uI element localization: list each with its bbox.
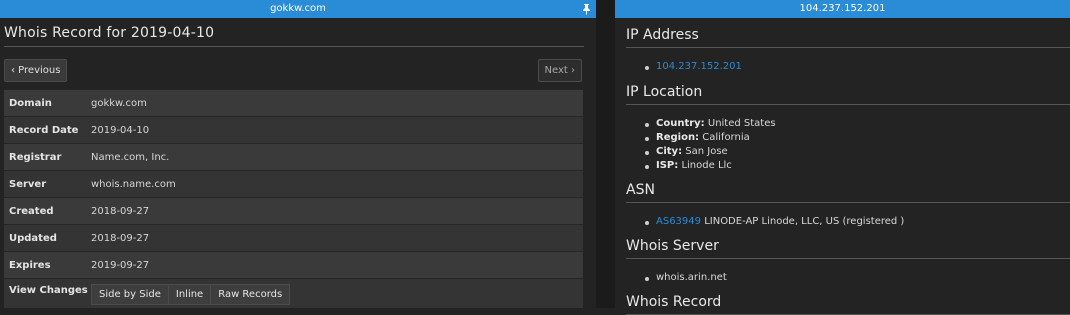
side-by-side-button[interactable]: Side by Side [91, 284, 169, 305]
next-button[interactable]: Next › [537, 59, 582, 82]
raw-records-button[interactable]: Raw Records [211, 284, 291, 305]
table-row: Created 2018-09-27 [4, 197, 583, 224]
asn-heading: ASN [626, 182, 1070, 203]
ip-title-bar: 104.237.152.201 [615, 0, 1070, 18]
row-key-domain: Domain [9, 97, 52, 109]
row-value-server: whois.name.com [91, 178, 176, 190]
list-item: City: San Jose [645, 145, 1070, 159]
table-row: Updated 2018-09-27 [4, 224, 583, 251]
row-key-expires: Expires [9, 259, 51, 271]
isp-label: ISP: [656, 160, 679, 171]
inline-button[interactable]: Inline [168, 284, 212, 305]
asn-link[interactable]: AS63949 [656, 216, 701, 227]
ip-location-list: Country: United States Region: Californi… [645, 117, 1070, 173]
page-title: Whois Record for 2019-04-10 [4, 25, 584, 47]
whois-panel: gokkw.com Whois Record for 2019-04-10 ‹ … [0, 0, 596, 308]
panel-divider [596, 0, 615, 308]
table-row: View Changes Side by Side Inline Raw Rec… [4, 278, 583, 308]
table-row: Record Date 2019-04-10 [4, 116, 583, 143]
expires-date-link[interactable]: 2019-09-27 [91, 260, 149, 271]
ip-address-link[interactable]: 104.237.152.201 [656, 61, 742, 72]
table-row: Server whois.name.com [4, 170, 583, 197]
row-key-view-changes: View Changes [9, 285, 88, 296]
list-item: Country: United States [645, 117, 1070, 131]
row-value-domain: gokkw.com [91, 97, 147, 109]
table-row: Domain gokkw.com [4, 89, 583, 116]
pin-icon[interactable] [580, 0, 592, 18]
ip-panel: 104.237.152.201 IP Address 104.237.152.2… [615, 0, 1070, 315]
row-key-created: Created [9, 205, 54, 217]
row-value-updated: 2018-09-27 [91, 232, 150, 244]
country-label: Country: [656, 118, 705, 129]
list-item: whois.arin.net [645, 271, 1070, 285]
row-value-record-date: 2019-04-10 [91, 124, 150, 136]
isp-value: Linode Llc [681, 160, 732, 171]
table-row: Registrar Name.com, Inc. [4, 143, 583, 170]
whois-record-heading: Whois Record [626, 294, 1070, 315]
ip-address-list: 104.237.152.201 [645, 60, 1070, 74]
whois-server-list: whois.arin.net [645, 271, 1070, 285]
whois-server-heading: Whois Server [626, 238, 1070, 259]
list-item: AS63949 LINODE-AP Linode, LLC, US (regis… [645, 215, 1070, 229]
city-label: City: [656, 146, 683, 157]
list-item: ISP: Linode Llc [645, 159, 1070, 173]
created-date-link[interactable]: 2018-09-27 [91, 206, 149, 217]
city-value: San Jose [685, 146, 728, 157]
list-item: 104.237.152.201 [645, 60, 1070, 74]
domain-title: gokkw.com [270, 3, 326, 14]
region-value: California [702, 132, 750, 143]
whois-server-value: whois.arin.net [656, 272, 727, 283]
ip-address-heading: IP Address [626, 27, 1070, 48]
list-item: Region: California [645, 131, 1070, 145]
registrar-link[interactable]: Name.com, Inc. [91, 152, 169, 163]
ip-location-heading: IP Location [626, 84, 1070, 105]
view-changes-button-group: Side by Side Inline Raw Records [91, 284, 291, 305]
asn-text: LINODE-AP Linode, LLC, US (registered ) [704, 216, 905, 227]
region-label: Region: [656, 132, 700, 143]
record-navigation: ‹ Previous Next › [0, 47, 596, 87]
asn-list: AS63949 LINODE-AP Linode, LLC, US (regis… [645, 215, 1070, 229]
row-key-server: Server [9, 178, 47, 190]
row-key-record-date: Record Date [9, 124, 79, 136]
row-key-updated: Updated [9, 232, 57, 244]
previous-button[interactable]: ‹ Previous [4, 59, 68, 82]
table-row: Expires 2019-09-27 [4, 251, 583, 278]
whois-table: Domain gokkw.com Record Date 2019-04-10 … [4, 89, 583, 308]
country-value: United States [707, 118, 776, 129]
row-key-registrar: Registrar [9, 151, 62, 163]
domain-title-bar: gokkw.com [0, 0, 596, 18]
ip-title: 104.237.152.201 [799, 3, 886, 14]
